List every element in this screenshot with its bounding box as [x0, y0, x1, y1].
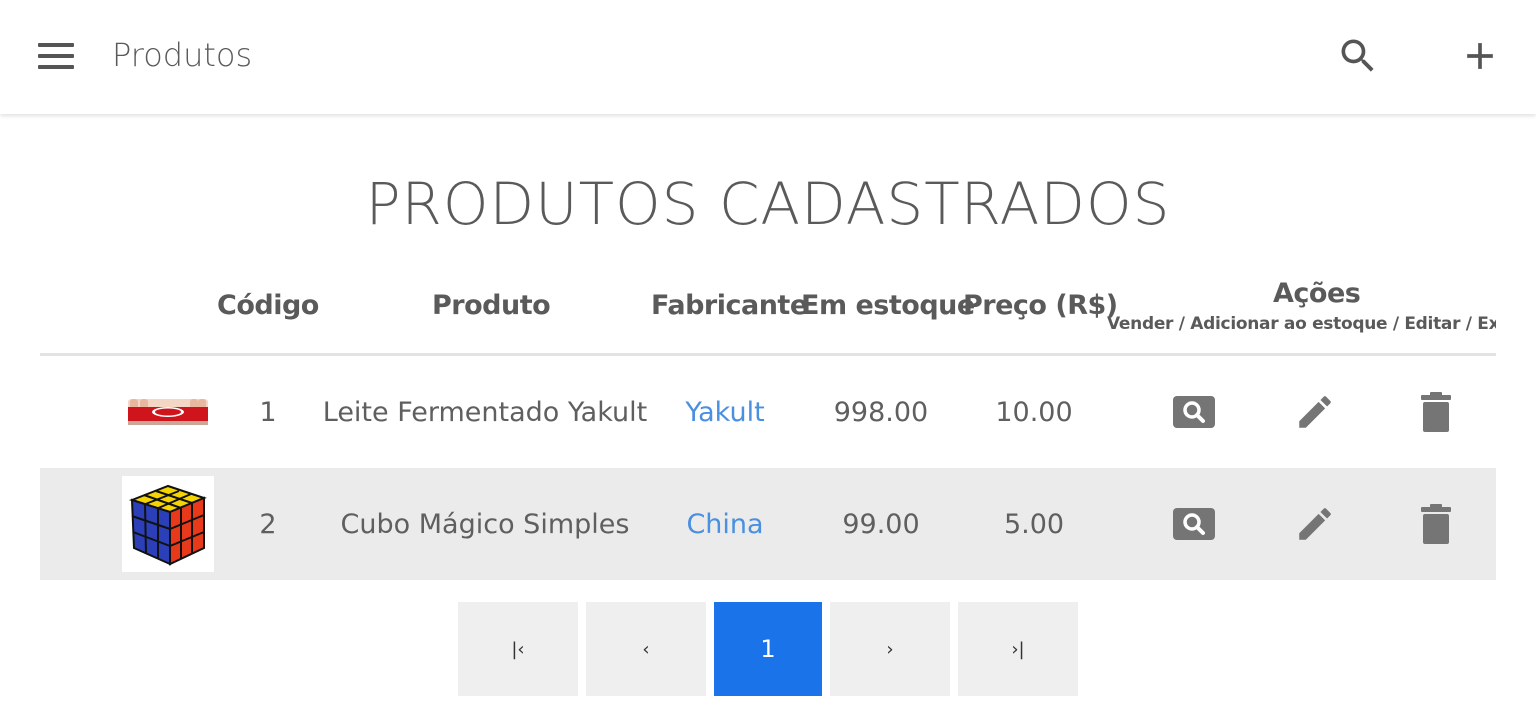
rubiks-cube-product-image: [122, 476, 214, 572]
product-image-cell: [118, 356, 218, 468]
cell-manufacturer-link[interactable]: China: [662, 468, 788, 580]
previous-page-button[interactable]: ‹: [586, 602, 706, 696]
cell-stock: 998.00: [833, 396, 929, 428]
cell-price: 10.00: [995, 396, 1073, 428]
trash-icon[interactable]: [1406, 468, 1466, 580]
search-box-icon[interactable]: [1164, 468, 1224, 580]
products-table: Código Produto Fabricante Em estoque Pre…: [40, 270, 1496, 580]
yakult-product-image: [128, 397, 208, 427]
menu-icon[interactable]: [36, 40, 76, 72]
search-box-icon[interactable]: [1164, 356, 1224, 468]
first-page-button[interactable]: |‹: [458, 602, 578, 696]
last-page-button[interactable]: ›|: [958, 602, 1078, 696]
product-image-cell: [118, 468, 218, 580]
search-icon[interactable]: [1336, 34, 1380, 78]
table-row: 1 Leite Fermentado Yakult Yakult 998.00 …: [40, 356, 1496, 468]
cell-code: 1: [259, 396, 277, 428]
pagination: |‹ ‹ 1 › ›|: [458, 602, 1078, 696]
trash-icon[interactable]: [1406, 356, 1466, 468]
cell-product: Leite Fermentado Yakult: [322, 396, 648, 428]
header-actions: Ações: [1273, 278, 1361, 309]
cell-manufacturer-link[interactable]: Yakult: [662, 356, 788, 468]
plus-icon[interactable]: [1458, 34, 1502, 78]
header-stock: Em estoque: [801, 290, 975, 321]
header-manufacturer: Fabricante: [651, 290, 808, 321]
header-product: Produto: [432, 290, 551, 321]
header-price: Preço (R$): [963, 290, 1118, 321]
app-bar-title: Produtos: [112, 36, 253, 74]
next-page-button[interactable]: ›: [830, 602, 950, 696]
cell-product: Cubo Mágico Simples: [340, 508, 630, 540]
header-code: Código: [217, 290, 319, 321]
table-header: Código Produto Fabricante Em estoque Pre…: [40, 270, 1496, 356]
pencil-icon[interactable]: [1285, 468, 1345, 580]
cell-stock: 99.00: [842, 508, 920, 540]
app-bar: Produtos: [0, 0, 1536, 114]
header-actions-subtitle: Vender / Adicionar ao estoque / Editar /…: [1107, 314, 1496, 334]
cell-price: 5.00: [1003, 508, 1065, 540]
current-page-button[interactable]: 1: [714, 602, 822, 696]
table-row: 2 Cubo Mágico Simples China 99.00 5.00: [40, 468, 1496, 580]
page-title: PRODUTOS CADASTRADOS: [365, 170, 1171, 238]
pencil-icon[interactable]: [1285, 356, 1345, 468]
cell-code: 2: [259, 508, 277, 540]
